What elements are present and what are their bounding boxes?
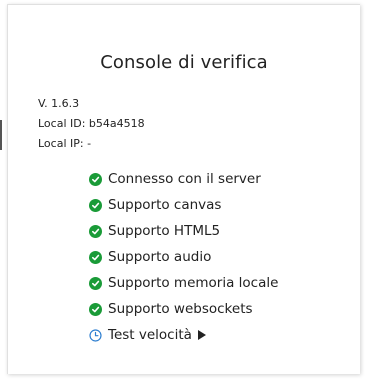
check-label: Supporto canvas xyxy=(108,197,222,213)
check-circle-icon xyxy=(89,276,102,290)
check-label: Connesso con il server xyxy=(108,171,261,187)
check-label: Supporto websockets xyxy=(108,301,253,317)
verification-console-panel: Console di verifica V. 1.6.3 Local ID: b… xyxy=(7,4,360,374)
speed-test-button[interactable]: Test velocità xyxy=(89,322,278,348)
clock-icon xyxy=(89,328,102,342)
check-circle-icon xyxy=(89,172,102,186)
speed-test-label: Test velocità xyxy=(108,327,192,343)
check-label: Supporto HTML5 xyxy=(108,223,221,239)
check-circle-icon xyxy=(89,224,102,238)
check-local-storage-support: Supporto memoria locale xyxy=(89,270,278,296)
system-info: V. 1.6.3 Local ID: b54a4518 Local IP: - xyxy=(38,94,145,154)
version-label: V. 1.6.3 xyxy=(38,97,80,110)
check-audio-support: Supporto audio xyxy=(89,244,278,270)
play-icon[interactable] xyxy=(197,330,206,340)
check-websockets-support: Supporto websockets xyxy=(89,296,278,322)
check-canvas-support: Supporto canvas xyxy=(89,192,278,218)
checks-list: Connesso con il server Supporto canvas S… xyxy=(89,166,278,348)
check-circle-icon xyxy=(89,198,102,212)
check-circle-icon xyxy=(89,302,102,316)
check-circle-icon xyxy=(89,250,102,264)
page-title: Console di verifica xyxy=(100,52,268,73)
check-server-connection: Connesso con il server xyxy=(89,166,278,192)
check-label: Supporto audio xyxy=(108,249,212,265)
local-ip-label: Local IP: - xyxy=(38,137,92,150)
check-html5-support: Supporto HTML5 xyxy=(89,218,278,244)
window-edge xyxy=(0,120,2,150)
check-label: Supporto memoria locale xyxy=(108,275,279,291)
local-id-label: Local ID: b54a4518 xyxy=(38,117,145,130)
